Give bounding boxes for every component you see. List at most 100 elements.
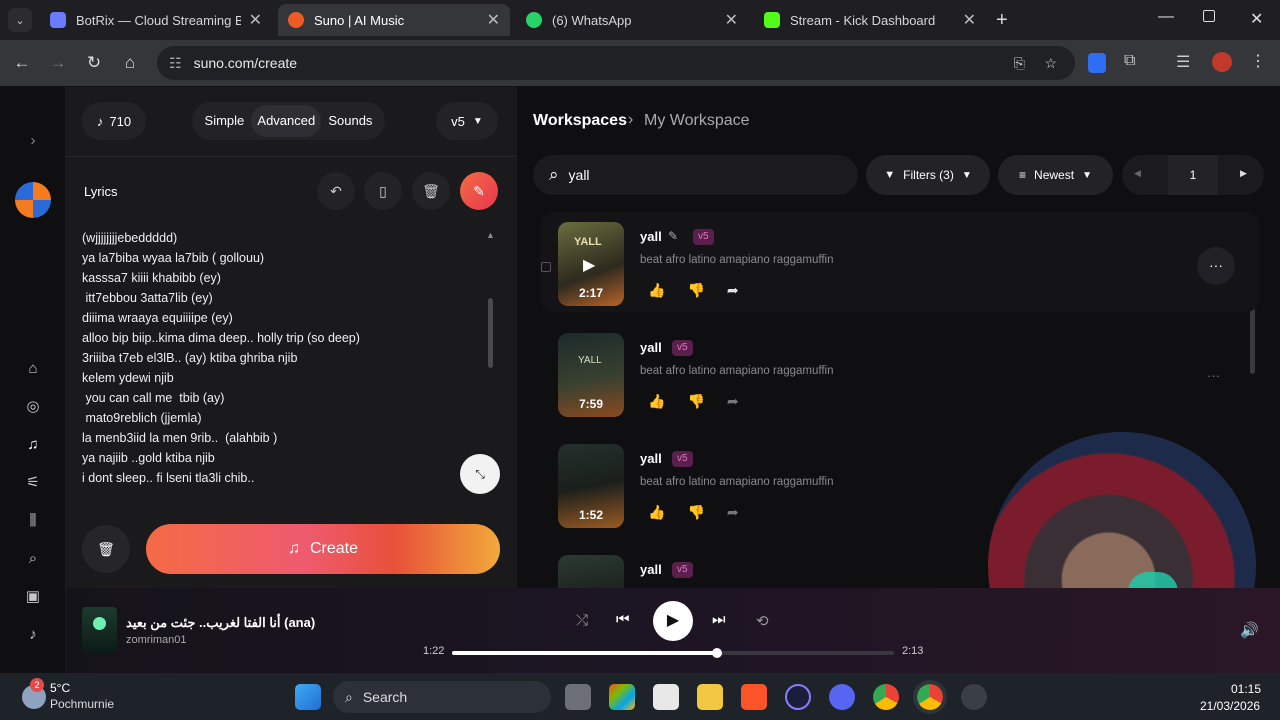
store-icon[interactable] [653, 684, 679, 710]
close-icon[interactable]: ✕ [249, 10, 262, 30]
lyrics-textarea[interactable]: (wjjjjjjjjebeddddd) ya la7biba wyaa la7b… [82, 228, 482, 494]
song-cover[interactable]: YALL ▶ 2:17 [558, 222, 624, 306]
tab-kick[interactable]: Stream - Kick Dashboard ✕ [754, 4, 986, 36]
file-explorer-icon[interactable] [697, 684, 723, 710]
like-icon[interactable]: 👍 [648, 393, 665, 410]
shuffle-icon[interactable]: ⤮ [576, 612, 588, 629]
widgets-icon[interactable] [609, 684, 635, 710]
credits-pill[interactable]: ♪ 710 [82, 102, 146, 140]
bookmark-icon[interactable]: ▯ [364, 172, 402, 210]
clock-time[interactable]: 01:15 [1231, 682, 1261, 696]
search-input[interactable]: yall [569, 167, 590, 183]
dislike-icon[interactable]: 👎 [687, 504, 704, 521]
weather-temp[interactable]: 5°C [50, 681, 70, 695]
explore-compass-icon[interactable]: ◎ [22, 395, 44, 417]
weather-place[interactable]: Pochmurnie [50, 697, 114, 711]
play-pause-button[interactable]: ▶ [653, 601, 693, 641]
song-title[interactable]: yall [640, 229, 662, 244]
address-bar[interactable]: ☷ suno.com/create ⎘ ☆ [157, 46, 1075, 80]
profile-avatar[interactable] [1212, 52, 1232, 72]
back-arrow-icon[interactable]: ← [9, 50, 35, 76]
forward-arrow-icon[interactable]: → [45, 50, 71, 76]
model-select[interactable]: v5 ▼ [436, 102, 498, 140]
next-page-icon[interactable]: ▶ [1240, 168, 1247, 179]
song-cover[interactable]: YALL 7:59 [558, 333, 624, 417]
search-icon[interactable]: ⌕ [22, 547, 44, 569]
close-icon[interactable]: ✕ [487, 10, 500, 30]
tab-search-button[interactable]: ⌄ [8, 8, 32, 32]
magic-wand-icon[interactable]: ✎ [460, 172, 498, 210]
new-tab-button[interactable]: + [996, 9, 1008, 32]
chrome-icon[interactable] [873, 684, 899, 710]
notifications-bell-icon[interactable]: ♪ [22, 623, 44, 645]
expand-chevron-icon[interactable]: › [22, 129, 44, 151]
minimize-button[interactable]: — [1158, 8, 1174, 26]
select-checkbox[interactable] [541, 262, 551, 272]
dislike-icon[interactable]: 👎 [687, 282, 704, 299]
lyrics-scrollbar[interactable] [488, 298, 493, 368]
mode-advanced[interactable]: Advanced [251, 105, 322, 137]
repeat-icon[interactable]: ⟲ [756, 612, 769, 630]
page-number[interactable]: 1 [1168, 155, 1218, 195]
share-icon[interactable]: ➦ [727, 504, 739, 521]
song-row[interactable]: YALL ▶ 2:17 yall ✎ v5 beat afro latino a… [540, 212, 1260, 312]
share-icon[interactable]: ➦ [727, 393, 739, 410]
close-icon[interactable]: ✕ [725, 10, 738, 30]
song-cover[interactable] [558, 555, 624, 588]
task-view-icon[interactable] [565, 684, 591, 710]
studio-icon[interactable]: ⚟ [22, 471, 44, 493]
hooks-icon[interactable]: ▣ [22, 585, 44, 607]
extension-shield-icon[interactable] [1088, 53, 1106, 73]
share-icon[interactable]: ➦ [727, 282, 739, 299]
create-music-icon[interactable]: ♫ [22, 433, 44, 455]
next-track-icon[interactable]: ⏭ [712, 611, 726, 628]
obs-icon[interactable] [961, 684, 987, 710]
breadcrumb-workspaces[interactable]: Workspaces [533, 112, 627, 130]
prev-page-icon[interactable]: ◀ [1134, 168, 1141, 179]
bookmark-star-icon[interactable]: ☆ [1044, 55, 1057, 72]
mode-sounds[interactable]: Sounds [322, 105, 378, 137]
seek-handle[interactable] [712, 648, 723, 658]
brave-icon[interactable] [741, 684, 767, 710]
user-avatar[interactable] [15, 182, 51, 218]
more-options-icon[interactable]: ··· [1207, 368, 1220, 383]
tab-suno[interactable]: Suno | AI Music ✕ [278, 4, 510, 36]
chrome-profile-icon[interactable] [913, 680, 947, 714]
discord-icon[interactable] [829, 684, 855, 710]
song-row[interactable]: YALL 7:59 yall v5 beat afro latino amapi… [540, 323, 1260, 423]
taskbar-search[interactable]: ⌕ Search [333, 681, 551, 713]
trash-icon[interactable]: 🗑 [412, 172, 450, 210]
like-icon[interactable]: 👍 [648, 504, 665, 521]
dislike-icon[interactable]: 👎 [687, 393, 704, 410]
media-control-icon[interactable]: ☰ [1176, 52, 1190, 72]
create-button[interactable]: ♫ Create [146, 524, 500, 574]
site-info-icon[interactable]: ☷ [169, 55, 182, 72]
like-icon[interactable]: 👍 [648, 282, 665, 299]
home-icon[interactable]: ⌂ [22, 357, 44, 379]
install-app-icon[interactable]: ⎘ [1014, 55, 1025, 72]
song-cover[interactable]: 1:52 [558, 444, 624, 528]
mode-simple[interactable]: Simple [199, 105, 251, 137]
close-icon[interactable]: ✕ [963, 10, 976, 30]
reload-icon[interactable]: ↻ [81, 50, 107, 76]
scroll-up-icon[interactable]: ▲ [486, 230, 495, 240]
more-options-icon[interactable]: ··· [1197, 247, 1235, 285]
song-title[interactable]: yall [640, 340, 662, 355]
seek-bar[interactable] [452, 648, 894, 658]
clock-date[interactable]: 21/03/2026 [1200, 699, 1260, 713]
library-icon[interactable]: ⫼ [22, 509, 44, 531]
now-playing-cover[interactable] [82, 607, 117, 653]
song-title[interactable]: yall [640, 562, 662, 577]
undo-icon[interactable]: ↶ [317, 172, 355, 210]
browser-menu-icon[interactable]: ⋮ [1250, 51, 1266, 71]
edit-pencil-icon[interactable]: ✎ [668, 229, 678, 243]
extensions-puzzle-icon[interactable]: ⧉ [1124, 52, 1135, 70]
now-playing-artist[interactable]: zomriman01 [126, 634, 187, 646]
play-icon[interactable]: ▶ [583, 255, 595, 275]
now-playing-title[interactable]: أنا الفتا لغريب.. جئت من بعيد (ana) [126, 615, 315, 631]
tab-botrix[interactable]: BotRix — Cloud Streaming Bot ✕ [40, 4, 272, 36]
tab-whatsapp[interactable]: (6) WhatsApp ✕ [516, 4, 748, 36]
window-close-button[interactable]: ✕ [1250, 9, 1263, 29]
previous-track-icon[interactable]: ⏮ [616, 611, 630, 628]
song-search[interactable]: ⌕ yall [533, 155, 858, 195]
